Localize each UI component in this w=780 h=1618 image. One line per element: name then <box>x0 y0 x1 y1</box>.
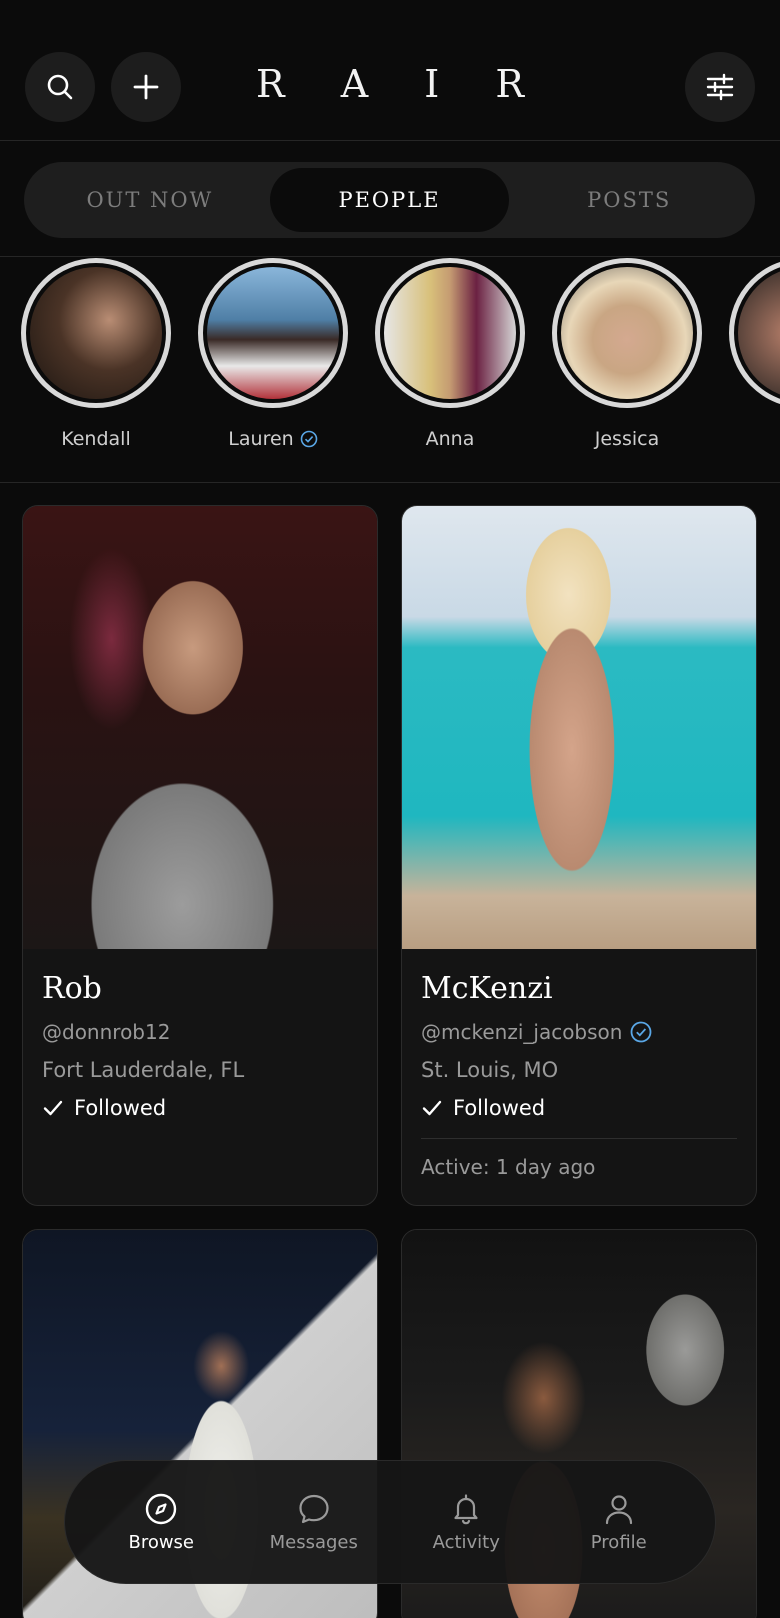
nav-profile[interactable]: Profile <box>554 1492 684 1553</box>
bell-icon <box>454 1493 478 1524</box>
avatar <box>30 267 162 399</box>
story-ring <box>198 258 348 408</box>
profile-handle: @donnrob12 <box>42 1020 171 1044</box>
nav-activity[interactable]: Activity <box>401 1492 531 1553</box>
tab-out-now[interactable]: OUT NOW <box>30 168 270 232</box>
follow-status-button[interactable]: Followed <box>421 1096 737 1120</box>
story-name: Anna <box>425 428 475 450</box>
sliders-icon <box>706 73 734 101</box>
story-item[interactable]: Kendall <box>21 258 171 450</box>
profile-handle: @mckenzi_jacobson <box>421 1020 623 1044</box>
avatar <box>207 267 339 399</box>
last-active: Active: 1 day ago <box>421 1155 596 1179</box>
story-name: Kendall <box>61 428 131 450</box>
follow-status-label: Followed <box>74 1096 167 1120</box>
app-logo: R A I R <box>256 62 546 106</box>
divider <box>0 256 780 257</box>
story-ring <box>21 258 171 408</box>
story-name: Jessica <box>594 428 660 450</box>
profile-card[interactable]: Rob @donnrob12 Fort Lauderdale, FL Follo… <box>22 505 378 1206</box>
checkmark-icon <box>43 1100 63 1116</box>
profile-card[interactable]: McKenzi @mckenzi_jacobson St. Louis, MO … <box>401 505 757 1206</box>
story-ring <box>552 258 702 408</box>
checkmark-icon <box>422 1100 442 1116</box>
tab-people[interactable]: PEOPLE <box>269 168 510 232</box>
compass-icon <box>146 1493 177 1524</box>
segmented-tabs: OUT NOW PEOPLE POSTS <box>24 162 755 238</box>
filter-button[interactable] <box>685 52 755 122</box>
profile-photo <box>23 506 377 949</box>
follow-status-label: Followed <box>453 1096 546 1120</box>
bottom-nav: Browse Messages Activity Profile <box>64 1460 716 1584</box>
nav-label: Browse <box>128 1531 195 1553</box>
profile-name: Rob <box>42 971 102 1006</box>
top-header: R A I R <box>0 0 780 141</box>
verified-badge-icon <box>300 430 318 448</box>
profile-photo <box>402 506 756 949</box>
avatar <box>561 267 693 399</box>
nav-label: Messages <box>269 1531 358 1553</box>
story-item[interactable]: Jessica <box>552 258 702 450</box>
divider <box>421 1138 737 1139</box>
user-icon <box>605 1494 632 1524</box>
chat-bubble-icon <box>299 1494 329 1523</box>
avatar <box>738 267 780 399</box>
nav-browse[interactable]: Browse <box>96 1492 226 1553</box>
story-ring <box>375 258 525 408</box>
avatar <box>384 267 516 399</box>
tab-posts[interactable]: POSTS <box>509 168 749 232</box>
follow-status-button[interactable]: Followed <box>42 1096 358 1120</box>
verified-badge-icon <box>630 1021 652 1043</box>
story-item[interactable]: Is <box>729 258 780 450</box>
nav-label: Activity <box>432 1531 500 1553</box>
story-item[interactable]: Anna <box>375 258 525 450</box>
profile-name: McKenzi <box>421 971 553 1006</box>
profile-location: St. Louis, MO <box>421 1058 559 1082</box>
story-name: Lauren <box>228 428 294 450</box>
story-ring <box>729 258 780 408</box>
stories-row[interactable]: Kendall Lauren Anna Jessica Is <box>0 258 780 483</box>
story-item[interactable]: Lauren <box>198 258 348 450</box>
nav-messages[interactable]: Messages <box>249 1492 379 1553</box>
nav-label: Profile <box>590 1531 647 1553</box>
profile-location: Fort Lauderdale, FL <box>42 1058 245 1082</box>
